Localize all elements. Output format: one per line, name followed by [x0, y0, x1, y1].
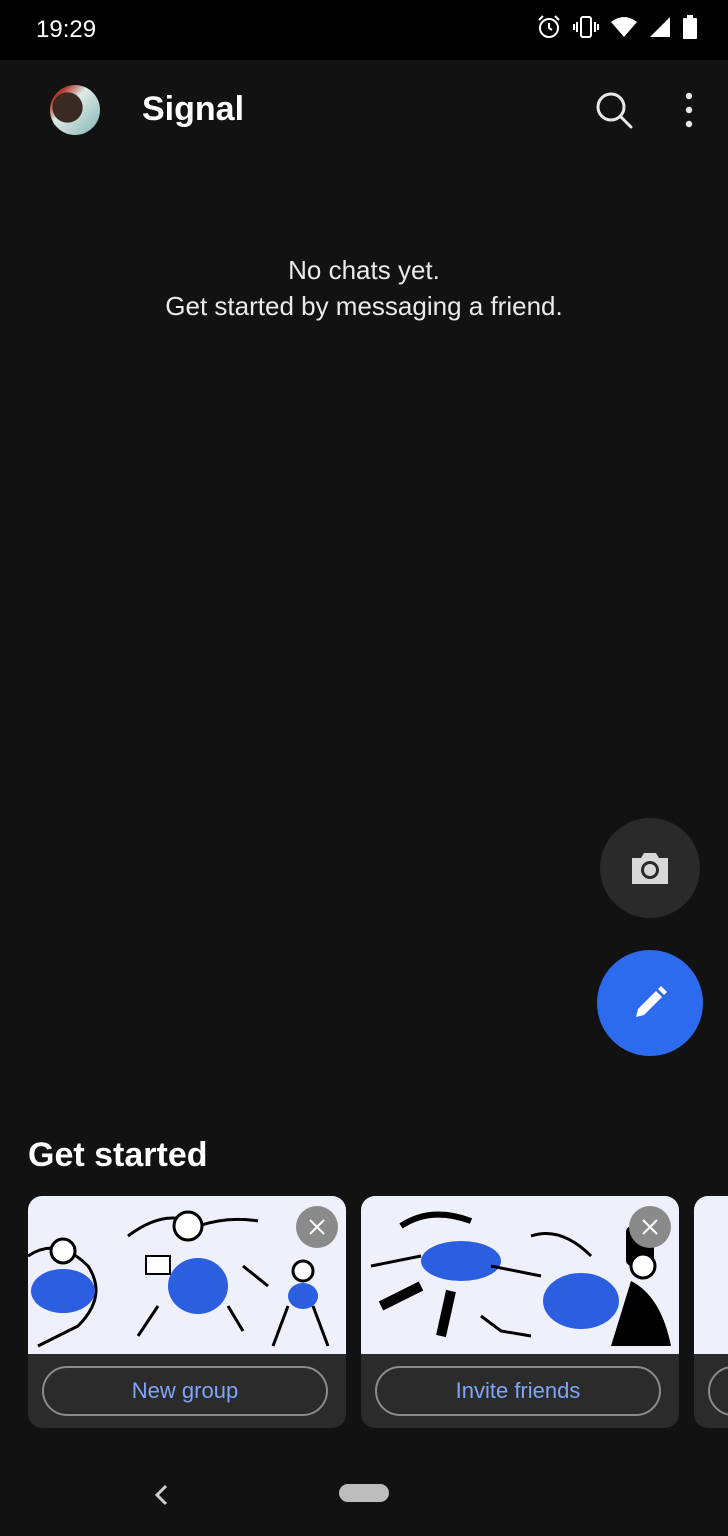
camera-icon [632, 853, 668, 884]
more-vert-icon [685, 92, 693, 128]
app-bar: Signal [0, 60, 728, 160]
search-icon [596, 92, 633, 129]
home-pill[interactable] [339, 1484, 389, 1502]
get-started-card-new-group: New group [28, 1196, 346, 1428]
empty-state-line1: No chats yet. [288, 255, 440, 285]
status-bar: 19:29 [0, 0, 728, 60]
status-time: 19:29 [36, 16, 97, 43]
dismiss-invite-friends-card[interactable] [629, 1206, 671, 1248]
profile-avatar[interactable] [50, 85, 100, 135]
more-options-button[interactable] [676, 88, 702, 132]
signal-icon [650, 17, 670, 37]
wifi-icon [611, 17, 637, 37]
system-navigation-bar [0, 1456, 728, 1536]
alarm-icon [538, 15, 560, 38]
status-icons [536, 14, 698, 40]
battery-icon [683, 15, 697, 39]
empty-state-message: No chats yet. Get started by messaging a… [0, 252, 728, 324]
partial-card-button[interactable] [708, 1366, 728, 1416]
app-title: Signal [142, 90, 245, 128]
get-started-card-partial[interactable] [694, 1196, 728, 1428]
pencil-icon [636, 986, 667, 1017]
close-icon [309, 1219, 325, 1235]
new-group-button[interactable]: New group [42, 1366, 328, 1416]
get-started-card-invite-friends: Invite friends [361, 1196, 679, 1428]
back-icon[interactable] [150, 1480, 174, 1510]
vibrate-icon [573, 16, 599, 38]
search-button[interactable] [592, 88, 636, 132]
partial-card-illustration [694, 1196, 728, 1354]
compose-button[interactable] [597, 950, 703, 1056]
close-icon [642, 1219, 658, 1235]
dismiss-new-group-card[interactable] [296, 1206, 338, 1248]
invite-friends-button[interactable]: Invite friends [375, 1366, 661, 1416]
get-started-title: Get started [28, 1136, 208, 1174]
camera-button[interactable] [600, 818, 700, 918]
empty-state-line2: Get started by messaging a friend. [165, 291, 563, 321]
